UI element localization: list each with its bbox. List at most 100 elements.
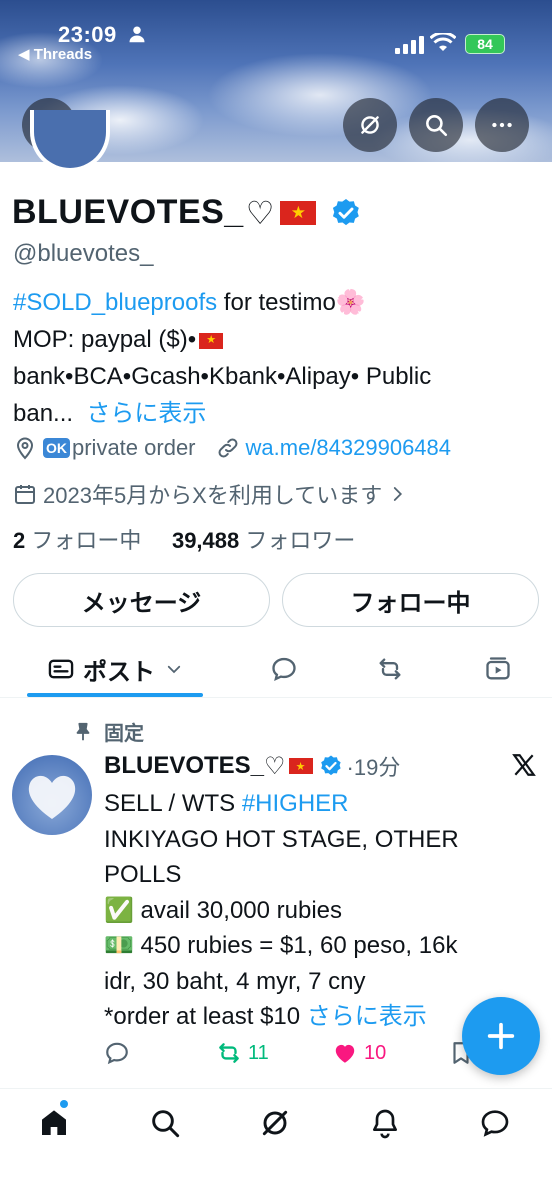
bio-line2-text: MOP: paypal ($)• bbox=[13, 326, 197, 353]
profile-location: private order bbox=[72, 435, 196, 460]
grok-icon bbox=[361, 116, 379, 134]
reply-action[interactable] bbox=[104, 1040, 136, 1066]
vietnam-flag-icon bbox=[280, 200, 317, 225]
search-icon bbox=[152, 1110, 180, 1138]
post-line5-text: 💵 450 rubies = $1, 60 peso, 16k bbox=[104, 932, 458, 959]
more-options-button[interactable] bbox=[475, 98, 529, 152]
search-button[interactable] bbox=[409, 98, 463, 152]
tab-media[interactable] bbox=[468, 642, 528, 696]
home-icon bbox=[42, 1110, 66, 1135]
following-stat[interactable]: 2 フォロー中 bbox=[13, 528, 141, 553]
nav-messages[interactable] bbox=[475, 1103, 515, 1143]
chevron-down-icon bbox=[167, 665, 181, 674]
media-video-icon bbox=[486, 657, 510, 680]
reply-bubble-icon bbox=[106, 1042, 128, 1065]
grok-icon bbox=[262, 1110, 288, 1136]
post-line4-text: ✅ avail 30,000 rubies bbox=[104, 896, 343, 924]
tab-posts-label: ポスト bbox=[83, 658, 155, 686]
link-icon bbox=[218, 438, 237, 458]
post-line2-text: INKIYAGO HOT STAGE, OTHER bbox=[104, 825, 459, 853]
verified-badge-icon bbox=[320, 755, 341, 776]
active-tab-indicator bbox=[27, 693, 203, 697]
nav-home[interactable] bbox=[34, 1103, 74, 1143]
repost-action[interactable]: 11 bbox=[216, 1040, 269, 1066]
vietnam-flag-icon bbox=[199, 332, 224, 349]
search-icon bbox=[426, 115, 448, 137]
x-logo-icon[interactable] bbox=[511, 752, 537, 778]
followers-count: 39,488 bbox=[171, 528, 240, 553]
repost-icon bbox=[219, 1043, 239, 1063]
back-to-app-link[interactable]: ◀ Threads bbox=[18, 45, 92, 63]
followers-label: フォロワー bbox=[245, 528, 356, 553]
like-action[interactable]: 10 bbox=[332, 1040, 386, 1066]
person-icon bbox=[129, 26, 145, 43]
like-count: 10 bbox=[364, 1041, 387, 1064]
chat-bubble-icon bbox=[481, 1110, 509, 1137]
more-horizontal-icon bbox=[492, 122, 512, 128]
tab-replies[interactable] bbox=[254, 642, 314, 696]
post-line7-text: *order at least $10 bbox=[104, 1003, 307, 1030]
following-label: フォロー中 bbox=[31, 528, 142, 553]
post-timestamp[interactable]: ·19分 bbox=[347, 750, 401, 782]
chevron-right-icon bbox=[394, 487, 403, 501]
reply-bubble-icon bbox=[272, 657, 296, 681]
nav-grok[interactable] bbox=[255, 1103, 295, 1143]
repost-icon bbox=[379, 658, 401, 680]
status-bar: 23:09 ◀ Threads 84 bbox=[0, 0, 552, 70]
pin-icon bbox=[76, 722, 90, 740]
heart-cloud-image bbox=[28, 775, 76, 819]
post-author-name[interactable]: BLUEVOTES_ bbox=[104, 752, 264, 780]
bio-hashtag-link[interactable]: #SOLD_blueproofs bbox=[13, 289, 217, 316]
grok-button[interactable] bbox=[343, 98, 397, 152]
followers-stat[interactable]: 39,488 フォロワー bbox=[172, 528, 355, 553]
nav-notifications[interactable] bbox=[365, 1103, 405, 1143]
post-author-avatar[interactable] bbox=[12, 755, 92, 835]
tab-posts[interactable]: ポスト bbox=[27, 642, 203, 697]
post-line3-text: POLLS bbox=[104, 861, 182, 888]
signal-icon bbox=[395, 36, 424, 54]
profile-joined-row[interactable]: 2023年5月からXを利用しています bbox=[13, 478, 412, 510]
profile-avatar[interactable] bbox=[30, 110, 110, 172]
compose-post-button[interactable] bbox=[462, 997, 540, 1075]
heart-outline-icon: ♡ bbox=[245, 194, 275, 231]
bio-line4-text: ban... bbox=[13, 400, 74, 427]
message-button[interactable]: メッセージ bbox=[13, 573, 270, 627]
profile-bio: #SOLD_blueproofs for testimo🌸 MOP: paypa… bbox=[13, 284, 533, 432]
profile-name-row: BLUEVOTES_ ♡ bbox=[12, 193, 362, 232]
vietnam-flag-icon bbox=[288, 758, 313, 774]
profile-tabs: ポスト bbox=[0, 642, 552, 698]
profile-website-link[interactable]: wa.me/84329906484 bbox=[246, 435, 452, 461]
heart-filled-icon bbox=[335, 1044, 355, 1063]
profile-handle: @bluevotes_ bbox=[13, 240, 154, 267]
battery-level: 84 bbox=[477, 36, 493, 52]
post-body[interactable]: SELL / WTS #HIGHER INKIYAGO HOT STAGE, O… bbox=[104, 786, 524, 1035]
calendar-icon bbox=[15, 485, 35, 504]
heart-outline-icon: ♡ bbox=[264, 752, 286, 780]
verified-badge-icon[interactable] bbox=[330, 197, 362, 229]
pinned-indicator: 固定 bbox=[72, 717, 144, 746]
repost-count: 11 bbox=[248, 1041, 269, 1064]
post-hashtag-link[interactable]: #HIGHER bbox=[242, 790, 349, 817]
post-line6-text: idr, 30 baht, 4 myr, 7 cny bbox=[104, 967, 366, 995]
plus-icon bbox=[487, 1022, 515, 1050]
following-button[interactable]: フォロー中 bbox=[282, 573, 539, 627]
follow-stats: 2 フォロー中 39,488 フォロワー bbox=[13, 523, 355, 555]
post-header: BLUEVOTES_ ♡ ·19分 bbox=[104, 750, 400, 782]
wifi-icon bbox=[430, 33, 456, 51]
display-name: BLUEVOTES_ bbox=[12, 193, 244, 231]
home-notification-dot bbox=[60, 1100, 68, 1108]
bottom-navigation bbox=[0, 1088, 552, 1200]
posts-feed-icon bbox=[48, 659, 74, 679]
ok-badge-icon: OK bbox=[43, 438, 70, 458]
bio-line1-text: for testimo🌸 bbox=[217, 289, 366, 316]
post-show-more-link[interactable]: さらに表示 bbox=[307, 1003, 427, 1030]
profile-meta-row: OK private order wa.me/84329906484 bbox=[13, 435, 451, 461]
following-count: 2 bbox=[13, 528, 26, 553]
location-pin-icon bbox=[16, 437, 34, 460]
bio-show-more-link[interactable]: さらに表示 bbox=[86, 400, 206, 427]
nav-search[interactable] bbox=[145, 1103, 185, 1143]
bio-line3-text: bank•BCA•Gcash•Kbank•Alipay• Public bbox=[13, 363, 432, 390]
tab-reposts[interactable] bbox=[360, 642, 420, 696]
pinned-label: 固定 bbox=[104, 723, 144, 745]
profile-joined-date: 2023年5月からXを利用しています bbox=[43, 483, 383, 508]
